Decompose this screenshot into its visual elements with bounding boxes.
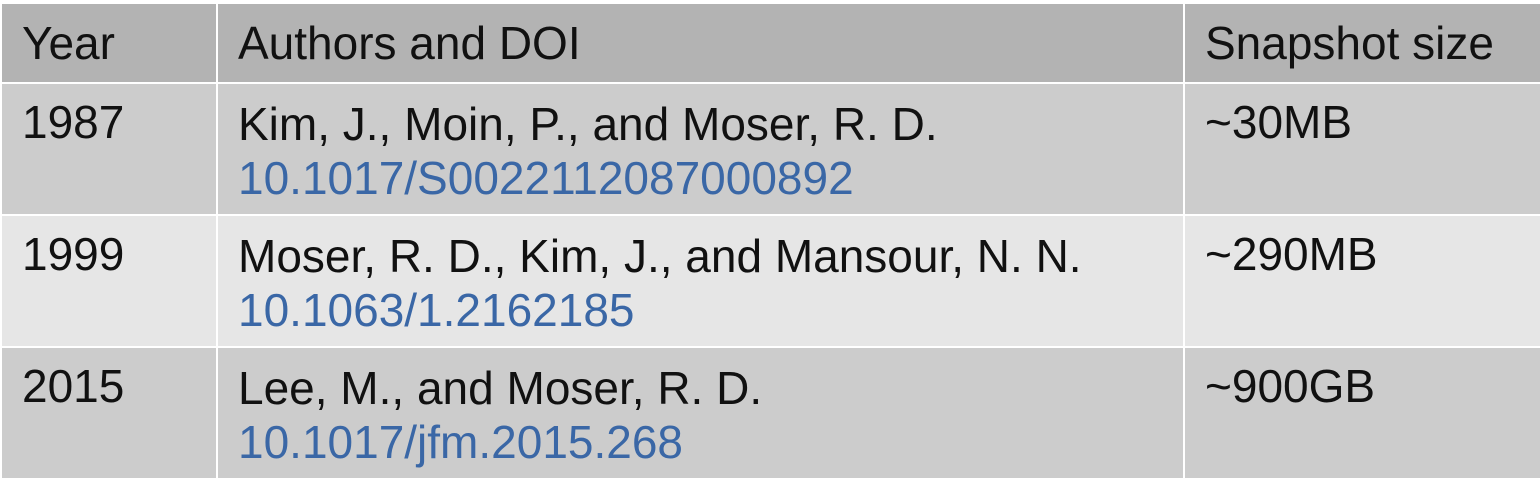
table-row: 1999 Moser, R. D., Kim, J., and Mansour,…: [0, 214, 1540, 348]
cell-snapshot-size: ~290MB: [1183, 214, 1540, 348]
header-authors-doi: Authors and DOI: [216, 2, 1185, 84]
document-page: Year Authors and DOI Snapshot size 1987 …: [0, 0, 1540, 486]
authors-text: Lee, M., and Moser, R. D.: [238, 362, 763, 414]
doi-link[interactable]: 10.1017/jfm.2015.268: [238, 416, 1182, 468]
doi-link[interactable]: 10.1017/S0022112087000892: [238, 152, 1182, 204]
cell-snapshot-size: ~900GB: [1183, 346, 1540, 480]
cell-snapshot-size: ~30MB: [1183, 82, 1540, 216]
cell-authors-doi: Moser, R. D., Kim, J., and Mansour, N. N…: [216, 214, 1185, 348]
table-row: 2015 Lee, M., and Moser, R. D. 10.1017/j…: [0, 346, 1540, 480]
cell-authors-doi: Lee, M., and Moser, R. D. 10.1017/jfm.20…: [216, 346, 1185, 480]
dns-datasets-table: Year Authors and DOI Snapshot size 1987 …: [0, 2, 1540, 480]
table-row: 1987 Kim, J., Moin, P., and Moser, R. D.…: [0, 82, 1540, 216]
cell-year: 1999: [0, 214, 218, 348]
header-snapshot-size: Snapshot size: [1183, 2, 1540, 84]
table-header-row: Year Authors and DOI Snapshot size: [0, 2, 1540, 84]
cell-year: 1987: [0, 82, 218, 216]
header-year: Year: [0, 2, 218, 84]
cell-authors-doi: Kim, J., Moin, P., and Moser, R. D. 10.1…: [216, 82, 1185, 216]
authors-text: Kim, J., Moin, P., and Moser, R. D.: [238, 98, 938, 150]
cell-year: 2015: [0, 346, 218, 480]
authors-text: Moser, R. D., Kim, J., and Mansour, N. N…: [238, 230, 1082, 282]
doi-link[interactable]: 10.1063/1.2162185: [238, 284, 1182, 336]
